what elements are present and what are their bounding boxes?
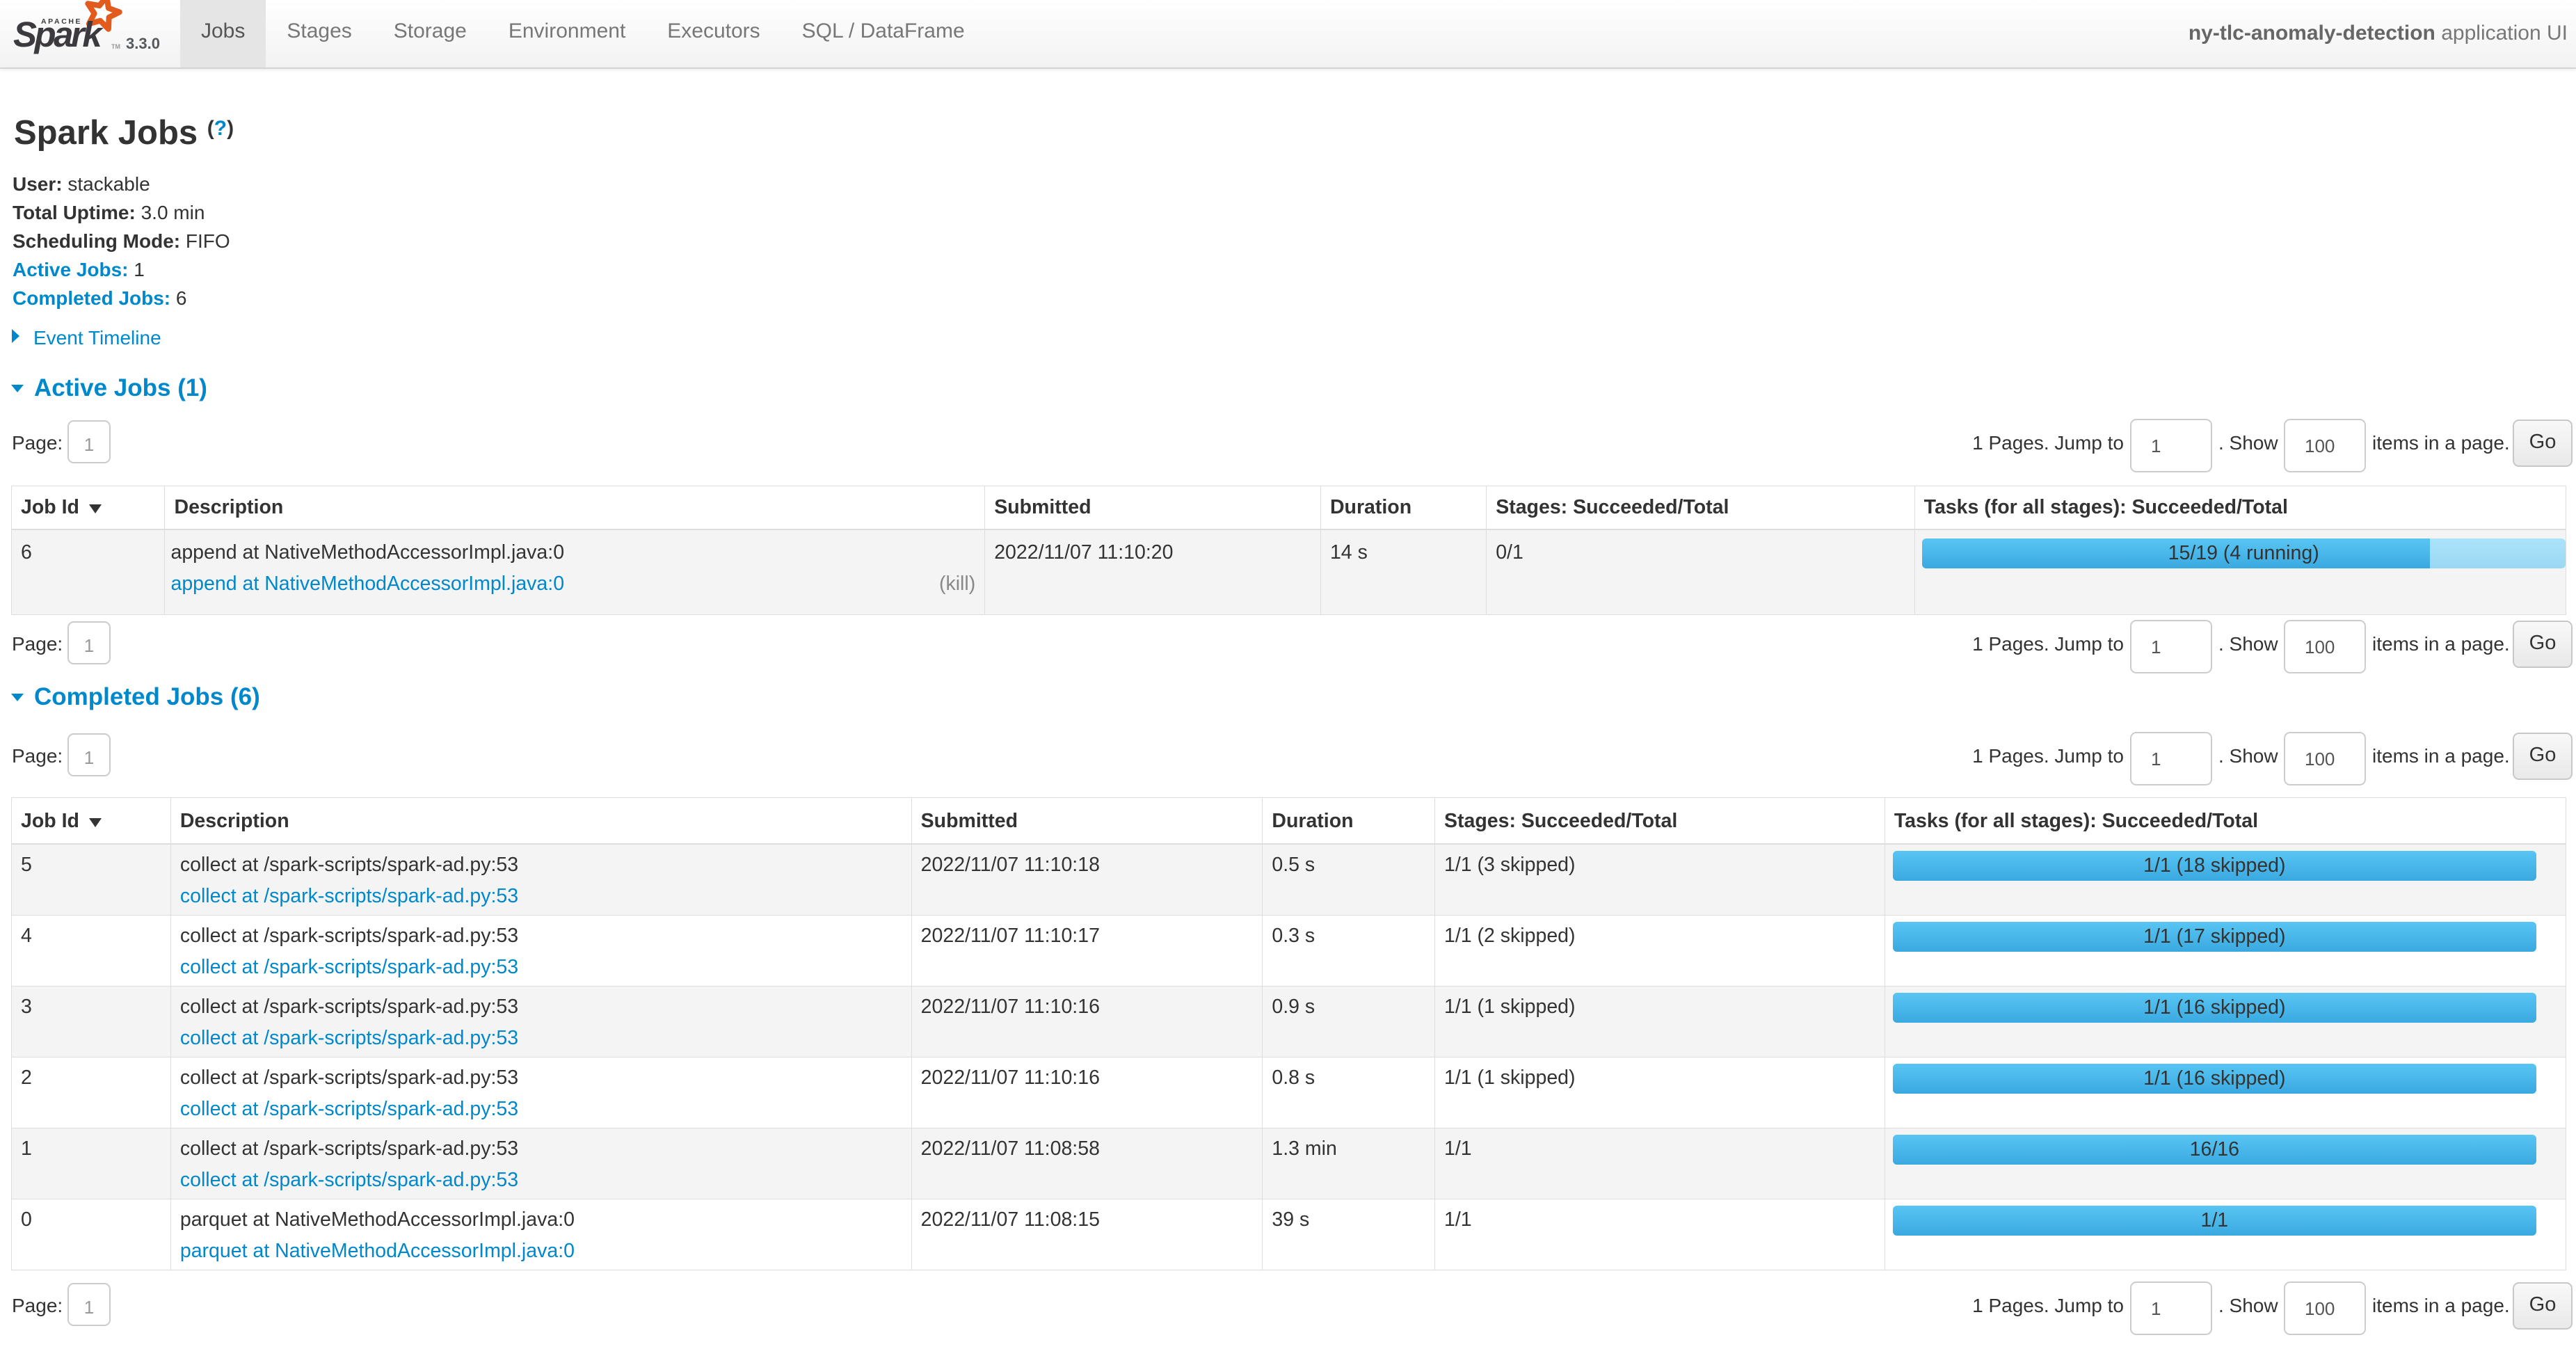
svg-text:Spark: Spark — [13, 15, 104, 54]
svg-text:TM: TM — [111, 43, 120, 50]
